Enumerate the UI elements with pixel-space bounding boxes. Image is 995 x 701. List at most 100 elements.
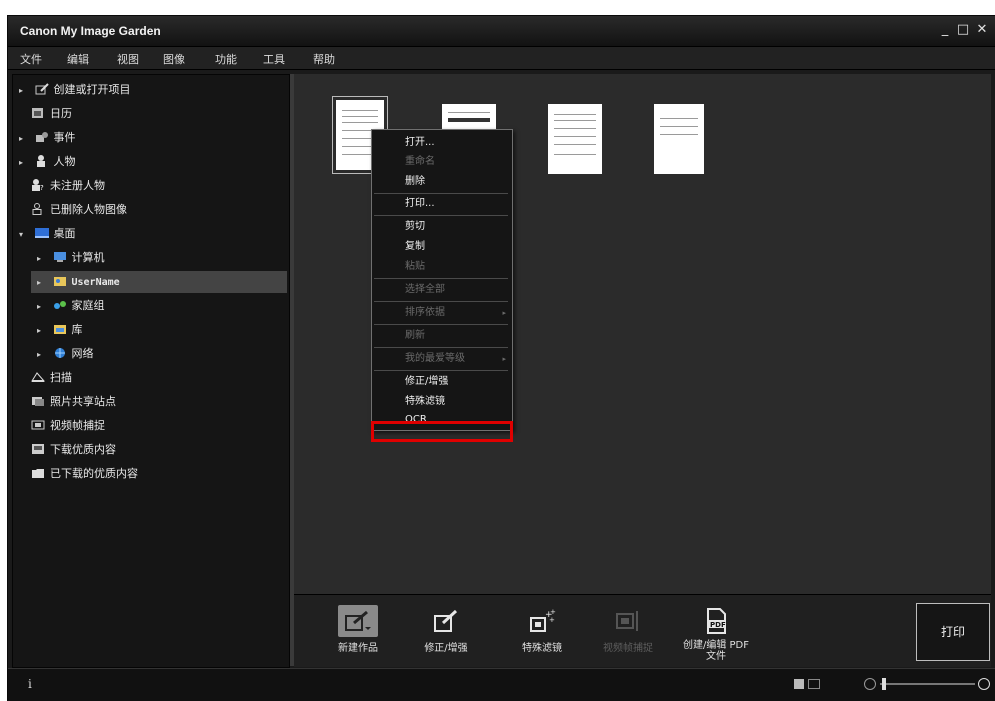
sidebar-item-network[interactable]: ▸ 网络 xyxy=(37,343,94,365)
desktop-icon xyxy=(34,225,49,238)
tool-label: 特殊滤镜 xyxy=(522,643,562,654)
ctx-copy[interactable]: 复制 xyxy=(372,237,512,257)
sidebar-item-label: 扫描 xyxy=(50,371,72,384)
create-edit-pdf-button[interactable]: PDF 创建/编辑 PDF 文件 xyxy=(680,605,752,665)
sidebar-item-event[interactable]: ▸ 事件 xyxy=(19,127,76,149)
ctx-open[interactable]: 打开... xyxy=(372,133,512,153)
sidebar-item-people[interactable]: ▸ 人物 xyxy=(19,151,76,173)
context-menu: 打开... 重命名 删除 打印... 剪切 复制 粘贴 选择全部 排序依据 ▸ 刷… xyxy=(371,129,513,431)
ctx-sort-by[interactable]: 排序依据 ▸ xyxy=(372,303,512,323)
ctx-delete[interactable]: 删除 xyxy=(372,172,512,192)
document-thumbnail[interactable] xyxy=(654,104,704,174)
sidebar-item-label: 人物 xyxy=(53,155,76,168)
menu-separator xyxy=(374,301,508,302)
sidebar-item-scan[interactable]: 扫描 xyxy=(31,367,72,389)
sidebar-item-downloaded-content[interactable]: 已下载的优质内容 xyxy=(31,463,138,485)
tool-label: 创建/编辑 PDF 文件 xyxy=(682,640,750,662)
detail-view-icon[interactable] xyxy=(808,679,820,689)
download-content-icon xyxy=(31,441,45,454)
sidebar-item-label: 计算机 xyxy=(71,251,105,264)
zoom-in-icon[interactable] xyxy=(978,678,990,690)
menu-separator xyxy=(374,347,508,348)
zoom-out-icon[interactable] xyxy=(864,678,876,690)
sidebar-item-label: 照片共享站点 xyxy=(50,395,116,408)
close-button[interactable]: ✕ xyxy=(974,22,990,38)
video-frame-button[interactable]: 视频帧捕捉 xyxy=(592,605,664,665)
sidebar-item-library[interactable]: ▸ 库 xyxy=(37,319,83,341)
document-thumbnail[interactable] xyxy=(548,104,602,174)
menu-separator xyxy=(374,324,508,325)
menu-edit[interactable]: 编辑 xyxy=(67,51,89,67)
sidebar-item-video-capture[interactable]: 视频帧捕捉 xyxy=(31,415,105,437)
menu-file[interactable]: 文件 xyxy=(20,51,42,67)
sidebar-item-username[interactable]: ▸ UserName xyxy=(31,271,287,293)
expand-arrow-icon[interactable]: ▸ xyxy=(19,152,31,174)
sidebar-item-homegroup[interactable]: ▸ 家庭组 xyxy=(37,295,105,317)
ctx-favorite-level[interactable]: 我的最爱等级 ▸ xyxy=(372,349,512,369)
menu-view[interactable]: 视图 xyxy=(117,51,139,67)
svg-text:PDF: PDF xyxy=(710,621,726,629)
sidebar-item-label: 视频帧捕捉 xyxy=(50,419,105,432)
menu-bar: 文件 编辑 视图 图像 功能 工具 帮助 xyxy=(8,47,995,70)
sidebar-item-label: 下载优质内容 xyxy=(50,443,116,456)
sidebar-item-download-content[interactable]: 下载优质内容 xyxy=(31,439,116,461)
menu-image[interactable]: 图像 xyxy=(163,51,185,67)
special-filter-button[interactable]: + + + 特殊滤镜 xyxy=(506,605,578,665)
expand-arrow-icon[interactable]: ▸ xyxy=(19,128,31,150)
video-capture-icon xyxy=(31,417,45,430)
menu-separator xyxy=(374,215,508,216)
sidebar-item-label: 创建或打开项目 xyxy=(53,83,131,96)
zoom-slider[interactable] xyxy=(880,683,975,685)
expand-arrow-icon[interactable]: ▸ xyxy=(37,272,49,294)
navigation-sidebar: ▸ 创建或打开项目 日历 ▸ 事件 ▸ 人物 ? 未注册人物 已删除人物图像 ▾ … xyxy=(12,74,290,668)
expand-arrow-icon[interactable]: ▸ xyxy=(37,320,49,342)
ctx-cut[interactable]: 剪切 xyxy=(372,217,512,237)
info-icon[interactable]: i xyxy=(28,677,32,691)
print-button[interactable]: 打印 xyxy=(916,603,990,661)
bottom-toolbar: 新建作品 修正/增强 + + + 特殊滤镜 视频帧捕捉 PDF 创建/编辑 PDF … xyxy=(294,594,991,667)
person-outline-icon xyxy=(31,201,45,215)
network-icon xyxy=(53,345,67,358)
ctx-select-all[interactable]: 选择全部 xyxy=(372,280,512,300)
sidebar-item-photo-share[interactable]: 照片共享站点 xyxy=(31,391,116,413)
menu-help[interactable]: 帮助 xyxy=(313,51,335,67)
ctx-correct-enhance[interactable]: 修正/增强 xyxy=(372,372,512,392)
expand-arrow-icon[interactable]: ▸ xyxy=(37,296,49,318)
sidebar-item-computer[interactable]: ▸ 计算机 xyxy=(37,247,105,269)
tool-label: 修正/增强 xyxy=(424,643,468,654)
sidebar-item-label: 桌面 xyxy=(53,227,76,240)
sidebar-item-calendar[interactable]: 日历 xyxy=(31,103,72,125)
menu-tools[interactable]: 工具 xyxy=(263,51,285,67)
sidebar-item-unregistered[interactable]: ? 未注册人物 xyxy=(31,175,105,197)
new-work-button[interactable]: 新建作品 xyxy=(322,605,394,665)
ctx-print[interactable]: 打印... xyxy=(372,194,512,214)
sidebar-item-label: 网络 xyxy=(71,347,94,360)
ctx-rename[interactable]: 重命名 xyxy=(372,152,512,172)
sidebar-item-desktop[interactable]: ▾ 桌面 xyxy=(19,223,76,245)
sidebar-item-deleted-people[interactable]: 已删除人物图像 xyxy=(31,199,127,221)
expand-arrow-icon[interactable]: ▸ xyxy=(37,248,49,270)
expand-arrow-icon[interactable]: ▸ xyxy=(37,344,49,366)
video-frame-icon xyxy=(608,605,648,637)
svg-text:+: + xyxy=(549,616,555,624)
correct-enhance-button[interactable]: 修正/增强 xyxy=(410,605,482,665)
new-work-icon xyxy=(338,605,378,637)
library-icon xyxy=(53,321,67,334)
expand-arrow-icon[interactable]: ▸ xyxy=(19,80,31,102)
svg-text:?: ? xyxy=(40,184,44,191)
tool-label: 新建作品 xyxy=(338,643,378,654)
sidebar-item-label: 日历 xyxy=(50,107,72,120)
ctx-special-filter[interactable]: 特殊滤镜 xyxy=(372,392,512,412)
collapse-arrow-icon[interactable]: ▾ xyxy=(19,224,31,246)
minimize-button[interactable]: _ xyxy=(937,22,953,38)
event-icon xyxy=(35,129,49,142)
zoom-slider-handle[interactable] xyxy=(882,678,886,690)
grid-view-icon[interactable] xyxy=(794,679,804,689)
maximize-button[interactable]: □ xyxy=(955,22,971,38)
app-window: Canon My Image Garden _ □ ✕ 文件 编辑 视图 图像 … xyxy=(8,16,995,701)
menu-function[interactable]: 功能 xyxy=(215,51,237,67)
ctx-refresh[interactable]: 刷新 xyxy=(372,326,512,346)
sidebar-item-create-project[interactable]: ▸ 创建或打开项目 xyxy=(19,79,131,101)
ctx-paste[interactable]: 粘贴 xyxy=(372,257,512,277)
sidebar-item-label: 已下载的优质内容 xyxy=(50,467,138,480)
